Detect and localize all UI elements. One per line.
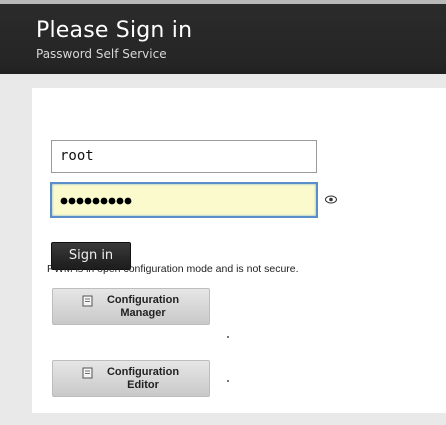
username-field[interactable]: root <box>51 140 317 173</box>
configuration-editor-label: Configuration Editor <box>106 366 180 391</box>
page-header: Please Sign in Password Self Service <box>0 0 446 74</box>
configuration-manager-button[interactable]: Configuration Manager <box>52 288 210 325</box>
configuration-editor-button[interactable]: Configuration Editor <box>52 360 210 397</box>
page-subtitle: Password Self Service <box>36 47 167 61</box>
configuration-manager-label: Configuration Manager <box>106 294 180 319</box>
password-dots <box>60 197 132 205</box>
document-icon <box>82 367 93 379</box>
eye-icon[interactable] <box>325 195 337 204</box>
separator-dot <box>227 380 229 382</box>
document-icon <box>82 295 93 307</box>
page-title: Please Sign in <box>36 18 193 43</box>
config-mode-notice: PWM is in open configuration mode and is… <box>47 263 299 275</box>
password-field[interactable] <box>50 182 318 218</box>
separator-dot <box>227 336 229 338</box>
